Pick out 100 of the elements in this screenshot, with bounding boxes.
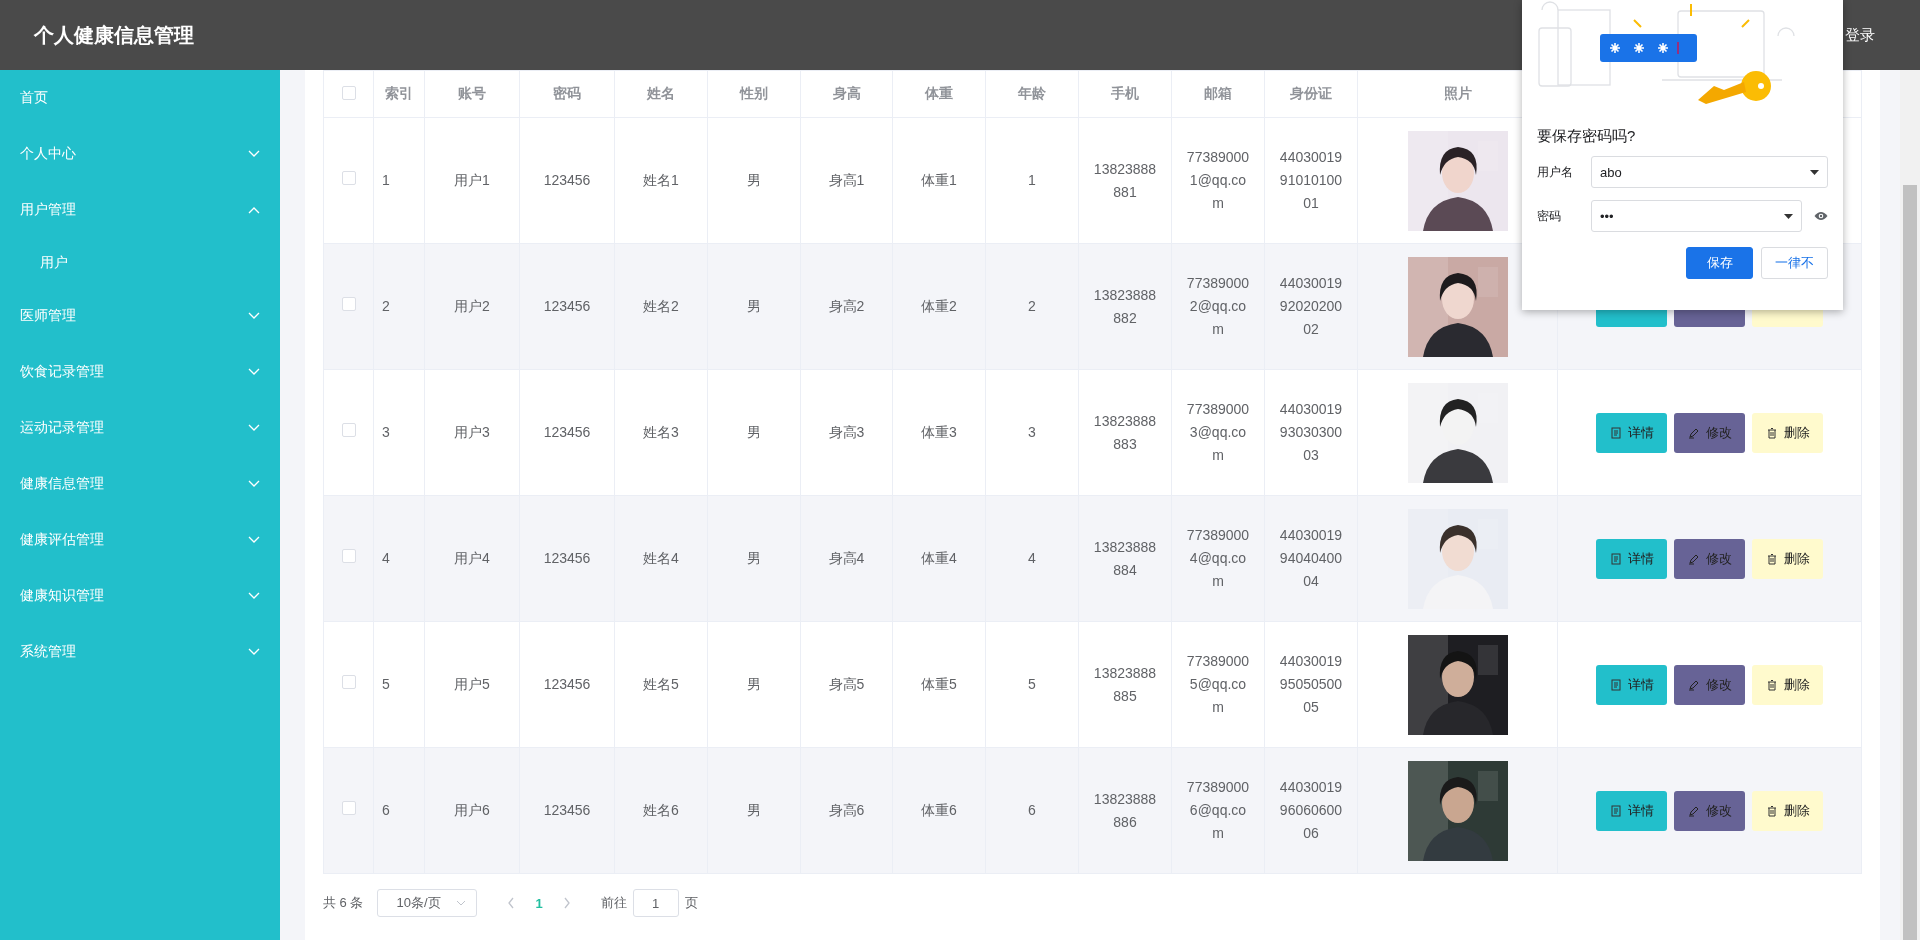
table-cell: 男 <box>747 676 761 692</box>
dropdown-icon <box>1810 169 1819 175</box>
goto-label: 前往 <box>600 894 627 912</box>
detail-button[interactable]: 详情 <box>1596 664 1667 705</box>
pencil-icon <box>1687 804 1700 817</box>
table-cell-text: 440300199303030003 <box>1278 400 1344 465</box>
table-cell: 2 <box>382 298 390 314</box>
column-header: 索引 <box>385 85 413 101</box>
table-cell: 5 <box>382 676 390 692</box>
table-cell: 123456 <box>543 172 591 188</box>
table-cell: 4 <box>1028 550 1036 566</box>
column-header: 邮箱 <box>1204 85 1232 101</box>
scrollbar[interactable] <box>1900 70 1920 940</box>
never-button[interactable]: 一律不 <box>1761 247 1828 279</box>
delete-button[interactable]: 删除 <box>1752 538 1823 579</box>
document-icon <box>1609 426 1622 439</box>
table-cell-text: 440300199505050005 <box>1278 652 1344 717</box>
table-cell: 男 <box>747 550 761 566</box>
table-cell: 3 <box>1028 424 1036 440</box>
chevron-icon <box>456 900 467 906</box>
table-cell: 男 <box>747 298 761 314</box>
delete-button[interactable]: 删除 <box>1752 412 1823 453</box>
username-field[interactable]: abo <box>1591 156 1828 188</box>
pencil-icon <box>1687 426 1700 439</box>
table-cell-text: 773890005@qq.com <box>1185 652 1251 717</box>
table-cell-text: 13823888886 <box>1092 789 1158 832</box>
checkbox[interactable] <box>341 423 356 437</box>
table-cell: 男 <box>747 802 761 818</box>
document-icon <box>1609 678 1622 691</box>
column-header: 性别 <box>740 85 768 101</box>
login-link[interactable]: 登录 <box>1845 25 1875 45</box>
edit-button[interactable]: 修改 <box>1674 538 1745 579</box>
sidebar-subitem[interactable]: 用户 <box>40 254 68 272</box>
table-cell: 身高3 <box>828 424 865 440</box>
edit-button[interactable]: 修改 <box>1674 790 1745 831</box>
column-header: 年龄 <box>1018 85 1046 101</box>
table-cell: 用户6 <box>454 802 490 818</box>
document-icon <box>1609 552 1622 565</box>
sidebar-item[interactable]: 用户管理 <box>20 201 76 219</box>
table-cell: 身高6 <box>828 802 865 818</box>
table-cell: 体重3 <box>921 424 957 440</box>
save-button[interactable]: 保存 <box>1686 247 1753 279</box>
field-label: 密码 <box>1537 207 1562 225</box>
sidebar-item[interactable]: 健康信息管理 <box>20 475 104 493</box>
delete-button[interactable]: 删除 <box>1752 664 1823 705</box>
column-header: 体重 <box>925 85 953 101</box>
delete-button[interactable]: 删除 <box>1752 790 1823 831</box>
table-cell-text: 773890001@qq.com <box>1185 148 1251 213</box>
dialog-title: 要保存密码吗? <box>1537 127 1637 146</box>
trash-icon <box>1765 804 1778 817</box>
table-cell-text: 13823888882 <box>1092 285 1158 328</box>
detail-button[interactable]: 详情 <box>1596 412 1667 453</box>
page-input[interactable]: 1 <box>632 889 679 917</box>
previous-icon[interactable] <box>507 897 516 909</box>
edit-button[interactable]: 修改 <box>1674 412 1745 453</box>
trash-icon <box>1765 426 1778 439</box>
total-count: 共 6 条 <box>323 894 364 912</box>
table-cell: 体重2 <box>921 298 957 314</box>
table-cell: 1 <box>382 172 390 188</box>
sidebar-item[interactable]: 健康评估管理 <box>20 531 104 549</box>
checkbox[interactable] <box>341 801 356 815</box>
detail-button[interactable]: 详情 <box>1596 790 1667 831</box>
table-cell: 2 <box>1028 298 1036 314</box>
checkbox[interactable] <box>341 675 356 689</box>
sidebar-item[interactable]: 医师管理 <box>20 307 76 325</box>
sidebar-item[interactable]: 系统管理 <box>20 643 76 661</box>
table-cell: 4 <box>382 550 390 566</box>
sidebar-item[interactable]: 健康知识管理 <box>20 587 104 605</box>
next-icon[interactable] <box>562 897 571 909</box>
table-cell-text: 440300199101010001 <box>1278 148 1344 213</box>
table-cell: 姓名6 <box>643 802 679 818</box>
table-cell-text: 13823888881 <box>1092 159 1158 202</box>
edit-button[interactable]: 修改 <box>1674 664 1745 705</box>
table-cell: 身高2 <box>828 298 865 314</box>
password-field[interactable]: ••• <box>1591 200 1802 232</box>
checkbox[interactable] <box>341 85 356 100</box>
page-number[interactable]: 1 <box>523 895 555 911</box>
checkbox[interactable] <box>341 297 356 311</box>
sidebar-item[interactable]: 运动记录管理 <box>20 419 104 437</box>
table-cell: 用户5 <box>454 676 490 692</box>
detail-button[interactable]: 详情 <box>1596 538 1667 579</box>
table-cell-text: 773890002@qq.com <box>1185 274 1251 339</box>
checkbox[interactable] <box>341 171 356 185</box>
eye-icon[interactable] <box>1814 211 1828 221</box>
table-cell: 体重4 <box>921 550 957 566</box>
checkbox[interactable] <box>341 549 356 563</box>
column-header: 照片 <box>1443 85 1472 101</box>
pencil-icon <box>1687 552 1700 565</box>
table-cell: 体重6 <box>921 802 957 818</box>
page-size-select[interactable]: 10条/页 <box>377 889 478 917</box>
table-cell: 姓名2 <box>643 298 679 314</box>
table-cell-text: 13823888884 <box>1092 537 1158 580</box>
sidebar-item[interactable]: 首页 <box>20 89 48 107</box>
field-label: 用户名 <box>1537 163 1574 181</box>
page-suffix: 页 <box>684 894 698 912</box>
sidebar-item[interactable]: 饮食记录管理 <box>20 363 104 381</box>
table-cell: 用户1 <box>454 172 490 188</box>
sidebar-item[interactable]: 个人中心 <box>20 145 76 163</box>
app-title: 个人健康信息管理 <box>34 22 194 48</box>
table-cell: 1 <box>1028 172 1036 188</box>
